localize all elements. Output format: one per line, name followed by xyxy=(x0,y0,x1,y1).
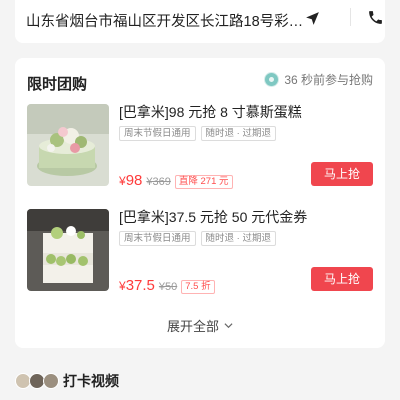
expand-all-label: 展开全部 xyxy=(166,319,219,334)
price-row: ¥37.5 ¥50 7.5 折 xyxy=(119,277,215,295)
deal-image-cake xyxy=(27,104,109,186)
deal-tags: 周末节假日通用 随时退 · 过期退 xyxy=(119,231,281,246)
deal-tags: 周末节假日通用 随时退 · 过期退 xyxy=(119,126,281,141)
deal-title: [巴拿米]98 元抢 8 寸慕斯蛋糕 xyxy=(119,104,302,120)
divider xyxy=(350,8,351,26)
tag-holiday: 周末节假日通用 xyxy=(119,126,196,141)
recent-activity-text: 36 秒前参与抢购 xyxy=(284,73,373,87)
store-address[interactable]: 山东省烟台市福山区开发区长江路18号彩… xyxy=(26,10,303,31)
tag-refund: 随时退 · 过期退 xyxy=(200,231,276,246)
buy-now-button[interactable]: 马上抢 xyxy=(311,267,373,291)
user-avatar xyxy=(264,72,280,87)
price-row: ¥98 ¥369 直降 271 元 xyxy=(119,172,233,190)
discount-badge: 直降 271 元 xyxy=(174,175,233,189)
deal-title: [巴拿米]37.5 元抢 50 元代金券 xyxy=(119,209,308,225)
current-price: ¥98 xyxy=(119,172,143,189)
recent-activity: 36 秒前参与抢购 xyxy=(264,71,373,88)
section-title: 打卡视频 xyxy=(63,373,119,389)
flash-deals-card: 限时团购 36 秒前参与抢购 [巴拿米]98 元抢 8 寸慕斯蛋糕 周末节假日通… xyxy=(15,58,385,348)
checkin-video-header[interactable]: 打卡视频 xyxy=(15,370,119,392)
discount-badge: 7.5 折 xyxy=(181,280,215,294)
original-price: ¥50 xyxy=(158,281,178,293)
chevron-down-icon xyxy=(224,323,233,329)
current-price: ¥37.5 xyxy=(119,277,155,294)
tag-holiday: 周末节假日通用 xyxy=(119,231,196,246)
buy-now-button[interactable]: 马上抢 xyxy=(311,162,373,186)
navigation-arrow-icon[interactable] xyxy=(304,10,321,27)
original-price: ¥369 xyxy=(146,176,171,188)
phone-icon[interactable] xyxy=(367,9,384,26)
video-avatar xyxy=(43,373,59,389)
expand-all-button[interactable]: 展开全部 xyxy=(15,316,385,335)
deal-item[interactable]: [巴拿米]98 元抢 8 寸慕斯蛋糕 周末节假日通用 随时退 · 过期退 ¥98… xyxy=(27,104,373,189)
deal-item[interactable]: [巴拿米]37.5 元抢 50 元代金券 周末节假日通用 随时退 · 过期退 ¥… xyxy=(27,209,373,294)
deal-image-dessert xyxy=(27,209,109,291)
tag-refund: 随时退 · 过期退 xyxy=(200,126,276,141)
section-title: 限时团购 xyxy=(27,76,88,93)
address-card: 山东省烟台市福山区开发区长江路18号彩… xyxy=(15,0,385,43)
